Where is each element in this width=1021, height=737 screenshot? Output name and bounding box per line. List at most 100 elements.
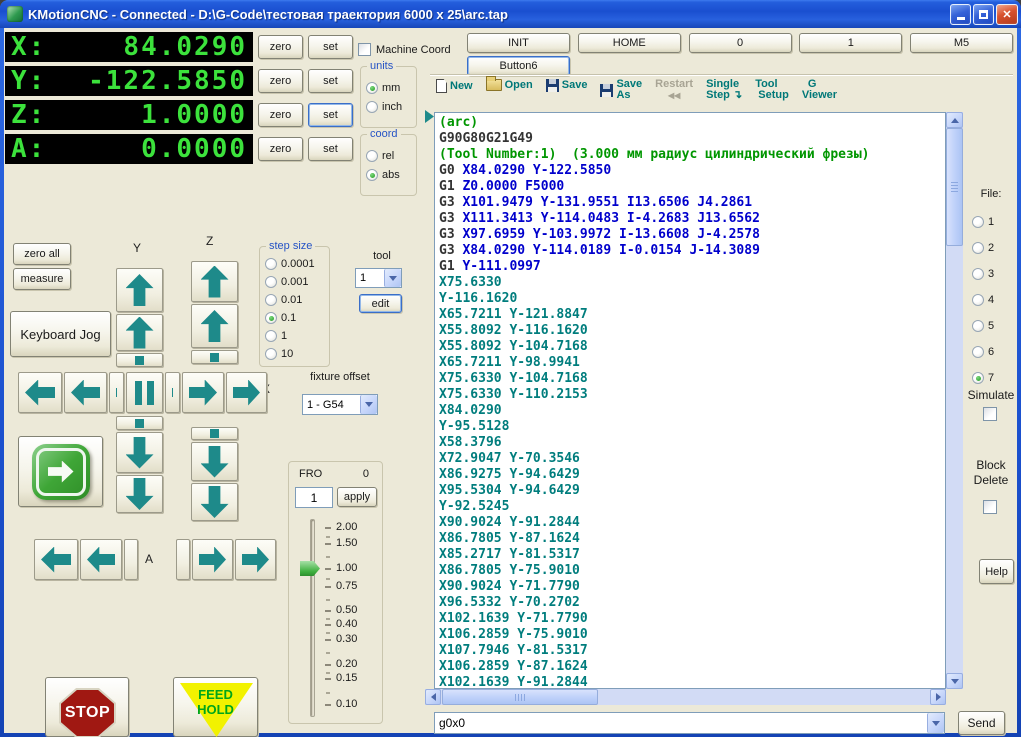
set-button[interactable]: set (308, 103, 353, 127)
scroll-right-button[interactable] (930, 689, 946, 705)
pause-button[interactable] (126, 372, 163, 413)
fro-slider-thumb[interactable] (300, 561, 320, 576)
dropdown-button[interactable] (384, 269, 401, 287)
top-button-1[interactable]: 1 (799, 33, 903, 53)
zero-button[interactable]: zero (258, 137, 303, 161)
jog-x-left-slow-button[interactable] (64, 372, 107, 413)
set-button[interactable]: set (308, 35, 353, 59)
set-button[interactable]: set (308, 69, 353, 93)
jog-a-right-fast-button[interactable] (235, 539, 276, 580)
horizontal-scroll-thumb[interactable] (442, 689, 598, 705)
radio-file-1[interactable]: 1 (972, 209, 994, 235)
jog-y-up-slow-button[interactable] (116, 314, 163, 351)
radio-step-0.1[interactable]: 0.1 (265, 309, 329, 327)
dropdown-button[interactable] (927, 713, 944, 733)
jog-z-up-step-button[interactable] (191, 350, 238, 364)
radio-coord-rel[interactable]: rel (366, 146, 416, 165)
chevron-down-icon (932, 720, 940, 726)
toolbar-single-step[interactable]: Single Step ↴ (706, 79, 742, 101)
toolbar-g-viewer[interactable]: G Viewer (802, 79, 837, 101)
set-button[interactable]: set (308, 137, 353, 161)
tool-combo[interactable]: 1 (355, 268, 402, 288)
close-button[interactable]: ✕ (996, 4, 1018, 25)
tool-edit-button[interactable]: edit (359, 294, 402, 313)
keyboard-jog-button[interactable]: Keyboard Jog (10, 311, 111, 357)
zero-button[interactable]: zero (258, 69, 303, 93)
radio-file-2[interactable]: 2 (972, 235, 994, 261)
toolbar-tool-setup[interactable]: Tool Setup (755, 79, 789, 101)
stop-button[interactable]: STOP (45, 677, 129, 737)
jog-y-up-fast-button[interactable] (116, 268, 163, 312)
button6[interactable]: Button6 (467, 56, 570, 76)
jog-y-down-slow-button[interactable] (116, 432, 163, 473)
toolbar-new[interactable]: New (436, 79, 473, 93)
jog-a-left-step-button[interactable] (124, 539, 138, 580)
top-button-home[interactable]: HOME (577, 33, 681, 53)
gcode-vertical-scrollbar[interactable] (946, 112, 963, 689)
radio-file-5[interactable]: 5 (972, 313, 994, 339)
top-button-m5[interactable]: M5 (910, 33, 1013, 53)
radio-units-inch[interactable]: inch (366, 97, 416, 116)
zero-button[interactable]: zero (258, 35, 303, 59)
radio-step-0.0001[interactable]: 0.0001 (265, 255, 329, 273)
top-button-0[interactable]: 0 (688, 33, 792, 53)
minimize-button[interactable] (950, 4, 971, 25)
radio-units-mm[interactable]: mm (366, 78, 416, 97)
machine-coord-label: Machine Coord (376, 43, 451, 56)
radio-file-6[interactable]: 6 (972, 339, 994, 365)
cycle-start-button[interactable] (18, 436, 103, 507)
mdi-combo[interactable] (434, 712, 945, 734)
jog-z-down-fast-button[interactable] (191, 483, 238, 521)
jog-a-right-slow-button[interactable] (192, 539, 233, 580)
help-button[interactable]: Help (979, 559, 1014, 584)
radio-file-4[interactable]: 4 (972, 287, 994, 313)
simulate-checkbox[interactable] (983, 407, 997, 421)
scroll-left-button[interactable] (425, 689, 441, 705)
feed-hold-button[interactable]: FEED HOLD (173, 677, 258, 737)
maximize-button[interactable] (973, 4, 994, 25)
jog-y-up-step-button[interactable] (116, 353, 163, 367)
scroll-up-button[interactable] (946, 112, 963, 128)
top-button-init[interactable]: INIT (467, 33, 570, 53)
jog-z-down-step-button[interactable] (191, 427, 238, 440)
jog-y-down-fast-button[interactable] (116, 475, 163, 513)
block-delete-checkbox[interactable] (983, 500, 997, 514)
jog-x-left-fast-button[interactable] (18, 372, 62, 413)
jog-a-left-slow-button[interactable] (80, 539, 122, 580)
jog-x-right-slow-button[interactable] (182, 372, 224, 413)
send-button[interactable]: Send (958, 711, 1005, 735)
fro-slider-track[interactable] (310, 519, 315, 717)
toolbar-open[interactable]: Open (485, 76, 533, 91)
gcode-editor[interactable]: (arc) G90G80G21G49 (Tool Number:1) (3.000 … (434, 112, 946, 689)
jog-x-right-fast-button[interactable] (226, 372, 267, 413)
machine-coord-checkbox[interactable] (358, 43, 371, 56)
measure-button[interactable]: measure (13, 268, 71, 290)
fro-input[interactable] (295, 487, 333, 508)
jog-a-right-step-button[interactable] (176, 539, 190, 580)
dropdown-button[interactable] (360, 395, 377, 414)
jog-a-left-fast-button[interactable] (34, 539, 78, 580)
zero-all-button[interactable]: zero all (13, 243, 71, 265)
jog-y-down-step-button[interactable] (116, 416, 163, 430)
jog-z-down-slow-button[interactable] (191, 442, 238, 481)
vertical-scroll-thumb[interactable] (946, 128, 963, 246)
gcode-line: G3 X84.0290 Y-114.0189 I-0.0154 J-14.308… (439, 243, 945, 259)
gcode-horizontal-scrollbar[interactable] (425, 689, 946, 705)
jog-x-right-step-button[interactable] (165, 372, 180, 413)
jog-z-up-slow-button[interactable] (191, 304, 238, 348)
radio-step-0.01[interactable]: 0.01 (265, 291, 329, 309)
toolbar-save-as[interactable]: Save As (600, 79, 642, 101)
scroll-down-button[interactable] (946, 673, 963, 689)
radio-step-10[interactable]: 10 (265, 345, 329, 363)
radio-coord-abs[interactable]: abs (366, 165, 416, 184)
mdi-input[interactable] (435, 715, 927, 731)
fro-apply-button[interactable]: apply (337, 487, 377, 507)
fixture-offset-combo[interactable]: 1 - G54 (302, 394, 378, 415)
jog-z-up-fast-button[interactable] (191, 261, 238, 302)
toolbar-save[interactable]: Save (545, 79, 587, 92)
radio-step-1[interactable]: 1 (265, 327, 329, 345)
zero-button[interactable]: zero (258, 103, 303, 127)
jog-x-left-step-button[interactable] (109, 372, 124, 413)
radio-step-0.001[interactable]: 0.001 (265, 273, 329, 291)
radio-file-3[interactable]: 3 (972, 261, 994, 287)
